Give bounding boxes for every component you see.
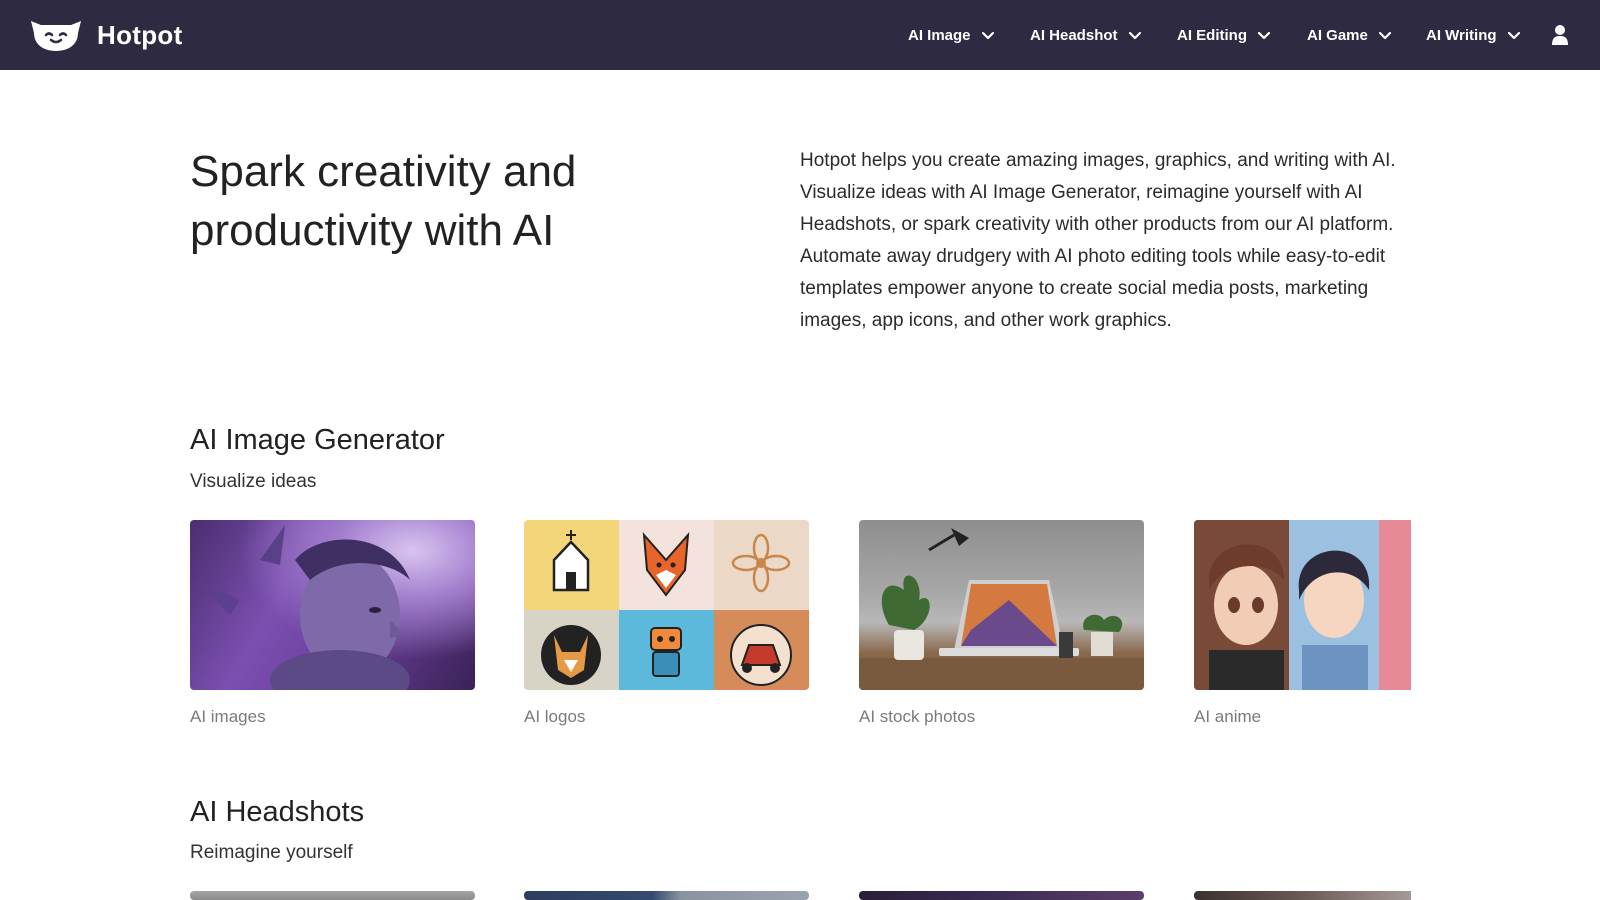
nav-item-ai-writing[interactable]: AI Writing — [1426, 24, 1521, 46]
chevron-down-icon — [981, 28, 995, 42]
logo-tile-robot — [619, 610, 714, 690]
logo-tile-race-car — [714, 610, 809, 690]
chevron-down-icon — [1378, 28, 1392, 42]
card-label[interactable]: AI logos — [524, 707, 585, 727]
section-title-ai-image-generator: AI Image Generator — [190, 424, 445, 456]
chevron-down-icon — [1507, 28, 1521, 42]
logo-tile-flower — [714, 520, 809, 610]
chevron-down-icon — [1128, 28, 1142, 42]
card-image-headshot[interactable] — [190, 891, 475, 900]
hero-description: Hotpot helps you create amazing images, … — [800, 150, 1396, 331]
card-label[interactable]: AI images — [190, 707, 266, 727]
card-image-headshot[interactable] — [524, 891, 809, 900]
logo-tile-church — [524, 520, 619, 610]
section-subtitle: Visualize ideas — [190, 471, 317, 492]
brand-name: Hotpot — [97, 19, 183, 50]
nav-item-label: AI Editing — [1177, 26, 1247, 44]
hotpot-logo-icon — [29, 18, 83, 52]
card-image-ai-images[interactable] — [190, 520, 475, 690]
card-label[interactable]: AI stock photos — [859, 707, 975, 727]
nav-item-ai-game[interactable]: AI Game — [1307, 24, 1392, 46]
chevron-down-icon — [1257, 28, 1271, 42]
brand-logo[interactable]: Hotpot — [29, 17, 183, 53]
top-navigation-bar: Hotpot AI Image AI Headshot AI Editing A… — [0, 0, 1600, 70]
card-label[interactable]: AI anime — [1194, 707, 1261, 727]
nav-item-ai-image[interactable]: AI Image — [908, 24, 995, 46]
nav-item-label: AI Headshot — [1030, 26, 1118, 44]
section-title-ai-headshots: AI Headshots — [190, 796, 365, 828]
card-image-ai-anime[interactable] — [1194, 520, 1411, 690]
card-image-headshot[interactable] — [1194, 891, 1411, 900]
nav-item-ai-headshot[interactable]: AI Headshot — [1030, 24, 1142, 46]
nav-item-label: AI Image — [908, 26, 971, 44]
logo-tile-fox — [619, 520, 714, 610]
nav-item-label: AI Writing — [1426, 26, 1497, 44]
card-image-ai-logos[interactable] — [524, 520, 809, 690]
hero-title: Spark creativity and productivity with A… — [190, 147, 577, 255]
user-icon[interactable] — [1551, 24, 1569, 46]
nav-item-ai-editing[interactable]: AI Editing — [1177, 24, 1271, 46]
logo-tile-corgi — [524, 610, 619, 690]
section-subtitle: Reimagine yourself — [190, 842, 353, 863]
card-image-ai-stock-photos[interactable] — [859, 520, 1144, 690]
card-image-headshot[interactable] — [859, 891, 1144, 900]
nav-item-label: AI Game — [1307, 26, 1368, 44]
